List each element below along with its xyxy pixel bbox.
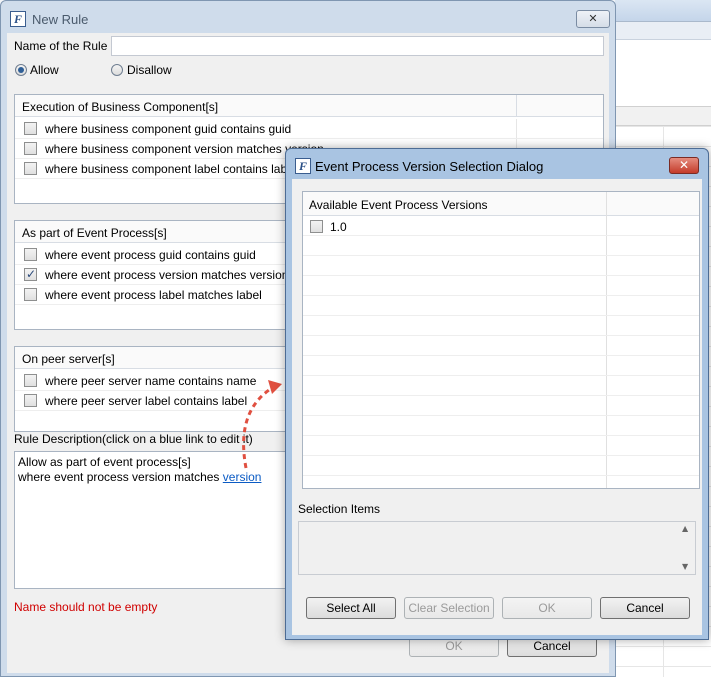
rule-checkbox[interactable] (24, 122, 37, 135)
rule-condition-label: where peer server name contains name (45, 374, 257, 388)
group-header-label: On peer server[s] (22, 352, 115, 366)
scroll-up-icon[interactable]: ▲ (682, 524, 688, 533)
versions-column-header[interactable]: Available Event Process Versions (309, 198, 488, 212)
allow-radio[interactable] (15, 64, 27, 76)
clear-selection-button[interactable]: Clear Selection (404, 597, 494, 619)
rule-condition-label: where event process label matches label (45, 288, 262, 302)
cancel-button[interactable]: Cancel (600, 597, 690, 619)
background-toolbar (615, 0, 711, 22)
table-row (303, 336, 699, 356)
rule-checkbox[interactable] (24, 142, 37, 155)
rule-condition-label: where event process guid contains guid (45, 248, 256, 262)
rule-condition-label: where business component label contains … (45, 162, 297, 176)
table-row (303, 436, 699, 456)
rule-name-label: Name of the Rule (14, 39, 108, 53)
app-logo-icon: F (10, 11, 26, 27)
group-header-label: As part of Event Process[s] (22, 226, 167, 240)
annotation-arrow-icon (242, 380, 282, 469)
rule-condition-label: where event process version matches vers… (45, 268, 289, 282)
table-row (303, 456, 699, 476)
group-header: Execution of Business Component[s] (15, 95, 603, 117)
app-logo-icon: F (295, 158, 311, 174)
disallow-radio-label[interactable]: Disallow (127, 63, 172, 77)
rule-checkbox[interactable] (24, 162, 37, 175)
version-dialog-title: Event Process Version Selection Dialog (315, 159, 544, 174)
version-selection-dialog: F Event Process Version Selection Dialog… (285, 148, 709, 640)
version-dialog-titlebar[interactable]: F Event Process Version Selection Dialog… (286, 149, 708, 179)
dialog-title: New Rule (32, 12, 89, 27)
validation-error: Name should not be empty (14, 600, 158, 614)
versions-table: Available Event Process Versions 1.0 (302, 191, 700, 489)
rule-condition-label: where business component version matches… (45, 142, 324, 156)
list-item[interactable]: where business component guid contains g… (15, 119, 603, 139)
version-link[interactable]: version (223, 470, 262, 484)
rule-description-label: Rule Description(click on a blue link to… (14, 432, 253, 446)
table-row (303, 356, 699, 376)
close-icon[interactable]: ✕ (669, 157, 699, 174)
description-line-2: where event process version matches vers… (18, 470, 262, 484)
version-label: 1.0 (330, 220, 347, 234)
table-row (303, 236, 699, 256)
selection-items-box: ▲ ▼ (298, 521, 696, 575)
rule-checkbox[interactable] (24, 288, 37, 301)
ok-button[interactable]: OK (502, 597, 592, 619)
select-all-button[interactable]: Select All (306, 597, 396, 619)
table-row (303, 256, 699, 276)
table-row (303, 416, 699, 436)
versions-table-header: Available Event Process Versions (303, 192, 699, 216)
new-rule-titlebar[interactable]: F New Rule ✕ (1, 1, 615, 35)
rule-checkbox-checked[interactable] (24, 267, 37, 281)
background-table-header (615, 106, 711, 126)
table-row (303, 376, 699, 396)
table-row (303, 276, 699, 296)
background-tabbar (615, 22, 711, 40)
rule-checkbox[interactable] (24, 374, 37, 387)
rule-checkbox[interactable] (24, 394, 37, 407)
rule-condition-label: where business component guid contains g… (45, 122, 292, 136)
rule-condition-label: where peer server label contains label (45, 394, 248, 408)
version-checkbox[interactable] (310, 220, 323, 233)
disallow-radio[interactable] (111, 64, 123, 76)
close-icon[interactable]: ✕ (576, 10, 610, 28)
group-header-label: Execution of Business Component[s] (22, 100, 219, 114)
version-dialog-content: Available Event Process Versions 1.0 Sel… (292, 179, 702, 635)
rule-checkbox[interactable] (24, 248, 37, 261)
selection-scrollbar[interactable]: ▲ ▼ (679, 522, 695, 574)
scroll-down-icon[interactable]: ▼ (682, 562, 688, 571)
table-row (303, 316, 699, 336)
table-row (303, 296, 699, 316)
allow-radio-label[interactable]: Allow (30, 63, 59, 77)
rule-name-input[interactable] (111, 36, 604, 56)
selection-items-label: Selection Items (298, 502, 381, 516)
description-line-1: Allow as part of event process[s] (18, 455, 191, 469)
table-row (303, 396, 699, 416)
table-row[interactable]: 1.0 (303, 216, 699, 236)
